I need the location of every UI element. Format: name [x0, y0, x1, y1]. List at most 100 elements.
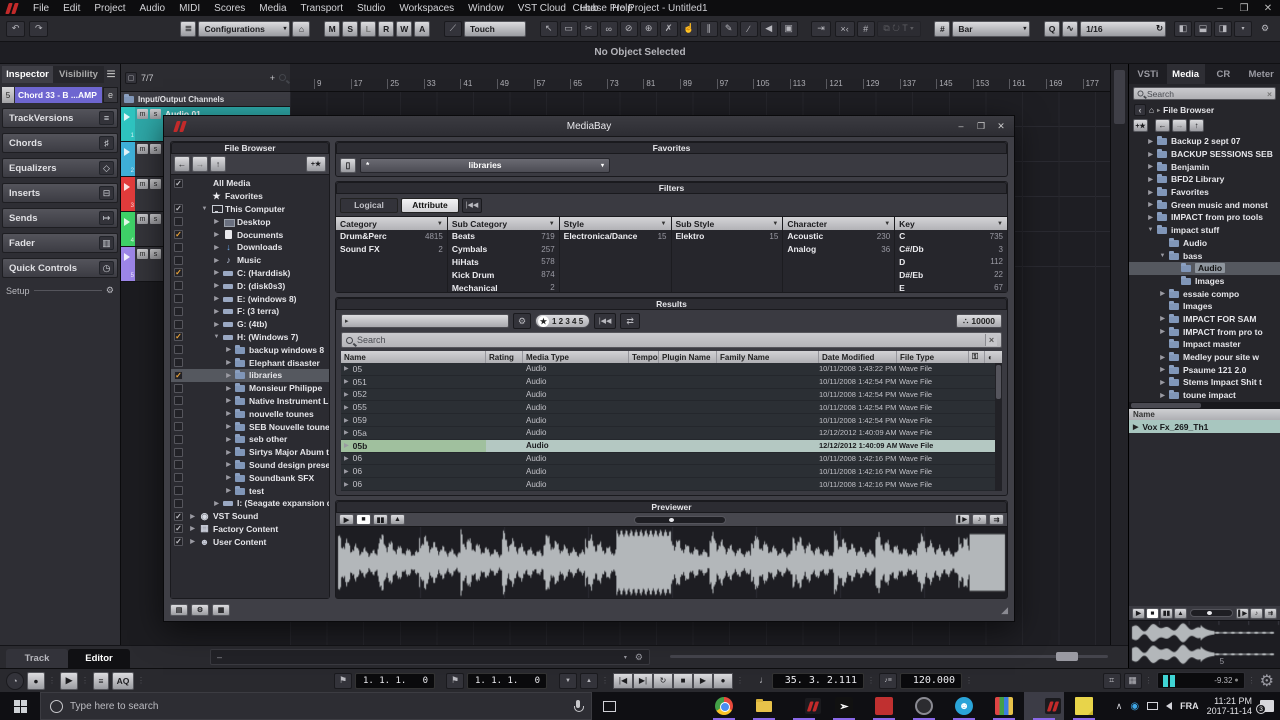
tab-visibility[interactable]: Visibility: [53, 66, 104, 83]
quantize-q-button[interactable]: Q: [1044, 21, 1060, 37]
inspector-section[interactable]: Equalizers ◇: [2, 158, 118, 178]
taskbar-app-button[interactable]: ☻: [944, 692, 984, 720]
maximize-button[interactable]: ❐: [1232, 0, 1256, 16]
tab-inspector[interactable]: Inspector: [2, 66, 53, 83]
attribute-tab[interactable]: Attribute: [401, 198, 459, 213]
expander-icon[interactable]: [225, 474, 232, 481]
tool-button[interactable]: ▭: [560, 21, 578, 37]
menu-item[interactable]: Audio: [132, 3, 172, 14]
transport-button[interactable]: ■: [673, 673, 693, 689]
tree-item[interactable]: Impact master: [1129, 338, 1280, 351]
tree-item[interactable]: bass: [1129, 249, 1280, 262]
filter-column-header[interactable]: Category▼: [336, 217, 447, 230]
tree-item[interactable]: ✓ Factory Content: [171, 523, 329, 536]
expander-icon[interactable]: [1147, 151, 1154, 158]
expander-icon[interactable]: [225, 346, 232, 353]
checkbox[interactable]: ✓: [174, 435, 183, 444]
automation-button[interactable]: W: [396, 21, 412, 37]
taskbar-app-button[interactable]: [1024, 692, 1064, 720]
expander-icon[interactable]: [189, 538, 196, 545]
menu-item[interactable]: Help: [605, 3, 640, 14]
record-mode-button[interactable]: ●: [27, 672, 45, 690]
play-arrow-icon[interactable]: ▶: [344, 404, 349, 411]
column-header[interactable]: Date Modified: [819, 351, 897, 363]
bars-mode-button[interactable]: ≡: [93, 672, 109, 690]
expander-icon[interactable]: [225, 423, 232, 430]
language-indicator[interactable]: FRA: [1180, 701, 1199, 711]
expander-icon[interactable]: [213, 321, 220, 328]
zoom-slider[interactable]: [670, 655, 1108, 658]
play-arrow-icon[interactable]: ▶: [344, 468, 349, 475]
checkbox[interactable]: ✓: [174, 358, 183, 367]
zone-bottom-button[interactable]: ⬓: [1194, 21, 1212, 37]
inspector-section[interactable]: Sends ↦: [2, 208, 118, 228]
expander-icon[interactable]: [1147, 189, 1154, 196]
tree-item[interactable]: ✓ Desktop: [171, 215, 329, 228]
expander-icon[interactable]: [1147, 227, 1154, 233]
filter-column-header[interactable]: Style▼: [560, 217, 671, 230]
inspector-section[interactable]: Quick Controls ◷: [2, 258, 118, 278]
add-favorite-button[interactable]: +★: [306, 156, 326, 172]
tree-item[interactable]: IMPACT from pro to: [1129, 325, 1280, 338]
automation-mode-icon[interactable]: ⟋: [444, 21, 462, 37]
expander-icon[interactable]: [1147, 138, 1154, 145]
autoscroll-icon[interactable]: ⇥: [811, 21, 830, 37]
zone-dropdown[interactable]: ▾: [1234, 21, 1252, 37]
favorites-page-icon[interactable]: ▯: [340, 158, 356, 173]
tree-item[interactable]: ✓ This Computer: [171, 203, 329, 216]
play-arrow-icon[interactable]: ▶: [344, 429, 349, 436]
result-row[interactable]: ▶05a Audio 12/12/2012 1:40:09 AM Wave Fi…: [341, 427, 1002, 440]
solo-button[interactable]: s: [150, 179, 161, 189]
expander-icon[interactable]: [225, 359, 232, 366]
filter-column-header[interactable]: Character▼: [783, 217, 894, 230]
expander-icon[interactable]: [225, 449, 232, 456]
tool-button[interactable]: ⊘: [620, 21, 638, 37]
horizontal-scrollbar[interactable]: [1129, 402, 1280, 409]
menu-item[interactable]: Workspaces: [392, 3, 461, 14]
microphone-icon[interactable]: [574, 700, 582, 713]
filter-value[interactable]: HiHats578: [448, 256, 559, 269]
menu-item[interactable]: Edit: [56, 3, 87, 14]
zone-right-button[interactable]: ◨: [1214, 21, 1232, 37]
play-arrow-icon[interactable]: ▶: [344, 378, 349, 385]
column-header[interactable]: Plugin Name: [659, 351, 717, 363]
automation-button[interactable]: M: [324, 21, 340, 37]
tree-item[interactable]: ✓ Sirtys Major Abum track: [171, 446, 329, 459]
result-row[interactable]: ▶055 Audio 10/11/2008 1:42:54 PM Wave Fi…: [341, 401, 1002, 414]
inspector-section[interactable]: Chords ♯: [2, 133, 118, 153]
preview-stop-button[interactable]: ■: [356, 514, 371, 525]
tool-button[interactable]: ◀: [760, 21, 778, 37]
expander-icon[interactable]: [225, 410, 232, 417]
tree-item[interactable]: ✓ Monsieur Philippe: [171, 382, 329, 395]
tree-item[interactable]: Psaume 121 2.0: [1129, 363, 1280, 376]
tree-item[interactable]: ✓ backup windows 8: [171, 343, 329, 356]
clock[interactable]: 11:21 PM 2017-11-14: [1207, 696, 1252, 716]
tray-chevron-icon[interactable]: ∧: [1116, 701, 1123, 712]
network-icon[interactable]: [1147, 702, 1158, 710]
column-header[interactable]: Family Name: [717, 351, 819, 363]
result-row[interactable]: ▶051 Audio 10/11/2008 1:42:54 PM Wave Fi…: [341, 376, 1002, 389]
checkbox[interactable]: ✓: [174, 256, 183, 265]
solo-button[interactable]: s: [150, 109, 161, 119]
tree-item[interactable]: ✓ seb other: [171, 433, 329, 446]
tree-item[interactable]: ✓ Documents: [171, 228, 329, 241]
checkbox[interactable]: ✓: [174, 460, 183, 469]
up-button[interactable]: ↑: [210, 156, 226, 172]
preview-mode2-button[interactable]: ♪: [972, 514, 987, 525]
add-track-icon[interactable]: +: [270, 73, 275, 83]
tree-item[interactable]: ✓ Sound design presets: [171, 459, 329, 472]
mediabay-close-button[interactable]: ✕: [992, 119, 1010, 133]
filter-value[interactable]: Kick Drum874: [448, 268, 559, 281]
io-channels-track[interactable]: Input/Output Channels: [121, 92, 290, 107]
column-header[interactable]: Tempo: [629, 351, 659, 363]
expander-icon[interactable]: [225, 436, 232, 443]
filters-reset-button[interactable]: |◀◀: [462, 198, 482, 213]
expander-icon[interactable]: [1147, 163, 1154, 170]
aq-button[interactable]: AQ: [112, 672, 134, 690]
media-search-field[interactable]: Search ×: [1133, 87, 1276, 100]
scrollbar-thumb[interactable]: [1114, 70, 1125, 124]
inspector-menu-icon[interactable]: ≡: [104, 66, 118, 83]
checkbox[interactable]: ✓: [174, 396, 183, 405]
left-locator-display[interactable]: 1. 1. 1. 0: [355, 673, 435, 689]
checkbox[interactable]: ✓: [174, 486, 183, 495]
